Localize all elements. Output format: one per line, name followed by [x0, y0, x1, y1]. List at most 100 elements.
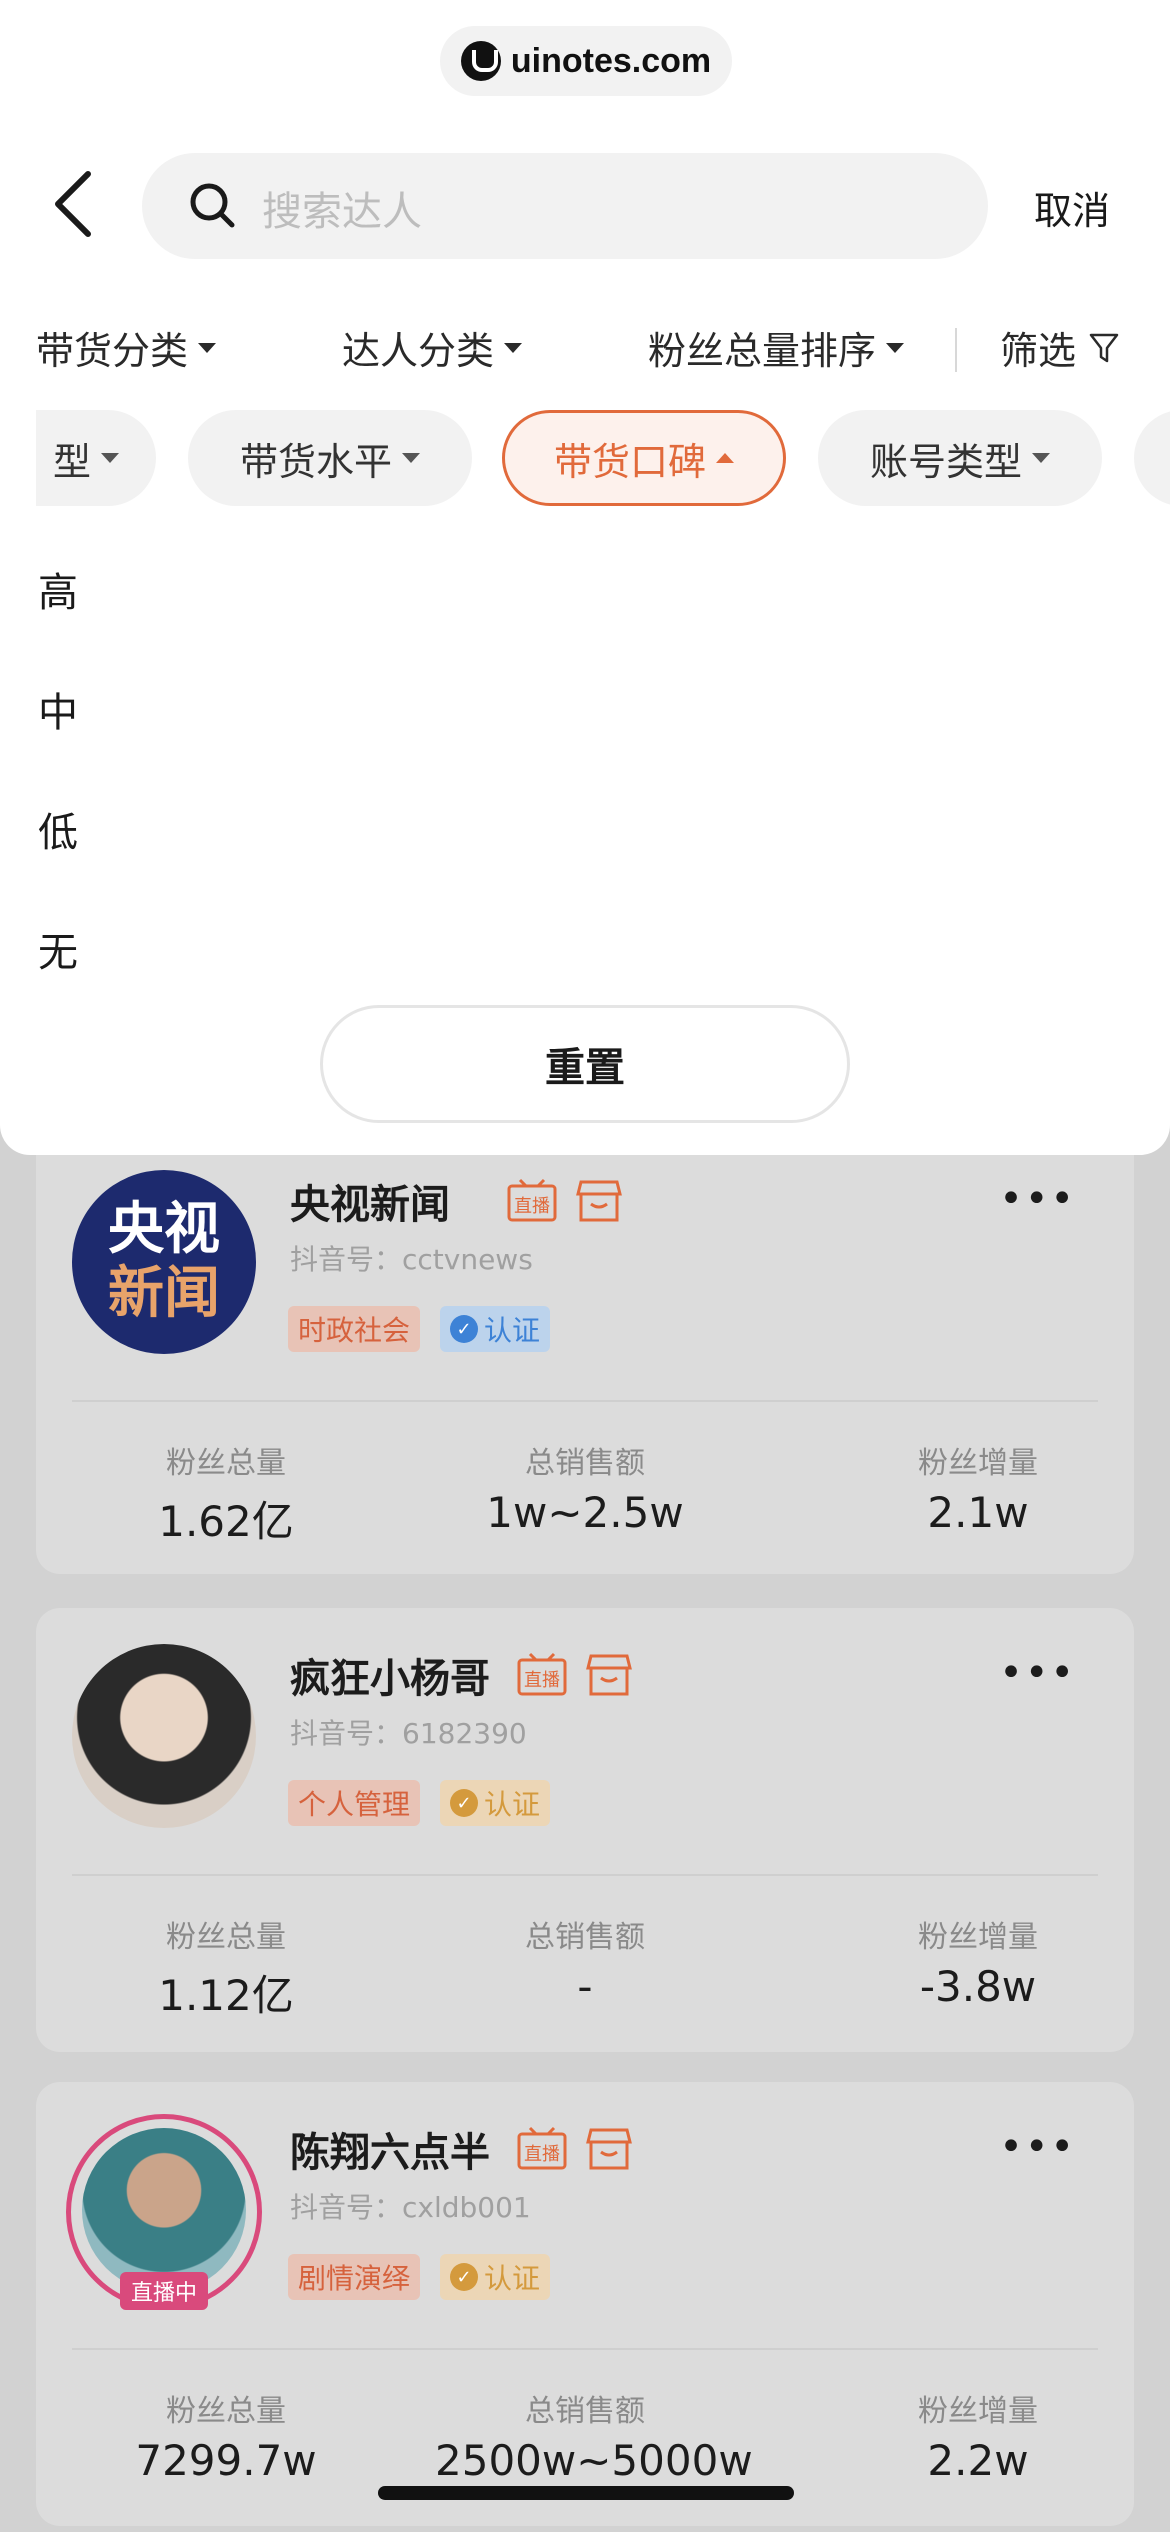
caret-down-icon: [504, 342, 523, 353]
search-input[interactable]: 搜索达人: [142, 153, 988, 259]
reset-button[interactable]: 重置: [320, 1005, 850, 1123]
auth-label: 认证: [484, 1788, 541, 1821]
funnel-icon: [1089, 333, 1119, 362]
shop-icon: [586, 2128, 632, 2170]
check-icon: ✓: [450, 2263, 478, 2291]
svg-text:直播: 直播: [524, 1670, 560, 1691]
douyin-id: 抖音号：cxldb001: [290, 2191, 531, 2224]
sort-fans-total[interactable]: 粉丝总量排序: [648, 320, 905, 375]
category-tag: 个人管理: [288, 1780, 421, 1826]
divider: [955, 328, 957, 372]
filter-label: 筛选: [1000, 329, 1077, 373]
option-none[interactable]: 无: [38, 920, 78, 978]
caret-down-icon: [886, 342, 905, 353]
home-indicator[interactable]: [378, 2486, 794, 2500]
sort-creator-category[interactable]: 达人分类: [342, 320, 523, 375]
stat-fans-total: 粉丝总量 1.62亿: [76, 1438, 376, 1549]
chip-account-type[interactable]: 账号类型: [818, 410, 1102, 506]
chip-label: 带货口碑: [553, 439, 706, 484]
caret-up-icon: [716, 453, 734, 463]
more-icon[interactable]: •••: [999, 1650, 1076, 1696]
stat-fans-total: 粉丝总量 1.12亿: [76, 1912, 376, 2023]
more-icon[interactable]: •••: [999, 1176, 1076, 1222]
stat-value: 2.2w: [927, 2436, 1029, 2485]
stat-value: -: [577, 1962, 593, 2011]
filter-chips: 型 带货水平 带货口碑 账号类型: [36, 410, 1170, 510]
result-card[interactable]: 央视 新闻 央视新闻 直播 抖音号：cctvnews 时政社会 ✓ 认证 •••…: [36, 1100, 1134, 1574]
stat-label: 粉丝增量: [918, 1446, 1038, 1481]
stat-value: 7299.7w: [135, 2436, 317, 2485]
stat-label: 总销售额: [525, 1446, 645, 1481]
stat-value: 1w~2.5w: [486, 1488, 684, 1537]
stat-value: 2.1w: [927, 1488, 1029, 1537]
svg-text:直播: 直播: [524, 2144, 560, 2165]
creator-name[interactable]: 疯狂小杨哥: [290, 1646, 490, 1704]
stat-value: -3.8w: [919, 1962, 1037, 2011]
live-icon: 直播: [517, 2126, 567, 2170]
sort-label: 达人分类: [342, 329, 495, 373]
chip-label: 带货水平: [239, 439, 392, 484]
creator-name[interactable]: 央视新闻: [290, 1172, 450, 1230]
divider: [72, 1874, 1098, 1876]
sort-label: 带货分类: [36, 329, 189, 373]
avatar[interactable]: [82, 2128, 246, 2292]
watermark: uinotes.com: [440, 26, 732, 96]
result-card[interactable]: 疯狂小杨哥 直播 抖音号：6182390 个人管理 ✓ 认证 ••• 粉丝总量 …: [36, 1608, 1134, 2052]
stat-value: 1.62亿: [158, 1497, 294, 1546]
stat-fans-growth: 粉丝增量 -3.8w: [828, 1912, 1128, 2011]
cancel-button[interactable]: 取消: [1034, 180, 1110, 235]
filter-button[interactable]: 筛选: [1000, 320, 1120, 375]
category-tag: 时政社会: [288, 1306, 421, 1352]
stat-label: 粉丝增量: [918, 2394, 1038, 2429]
back-icon[interactable]: [48, 168, 104, 240]
caret-down-icon: [402, 453, 420, 463]
douyin-id: 抖音号：6182390: [290, 1717, 527, 1750]
avatar-text: 央视: [108, 1197, 220, 1262]
divider: [72, 2348, 1098, 2350]
stat-total-sales: 总销售额 2500w~5000w: [435, 2386, 753, 2485]
divider: [72, 1400, 1098, 1402]
chip-label: 账号类型: [869, 439, 1022, 484]
avatar[interactable]: 央视 新闻: [72, 1170, 256, 1354]
result-card[interactable]: 直播中 陈翔六点半 直播 抖音号：cxldb001 剧情演绎 ✓ 认证 ••• …: [36, 2082, 1134, 2526]
creator-name[interactable]: 陈翔六点半: [290, 2120, 490, 2178]
stat-total-sales: 总销售额 1w~2.5w: [435, 1438, 735, 1537]
option-low[interactable]: 低: [38, 800, 78, 858]
caret-down-icon: [1032, 453, 1050, 463]
stat-value: 1.12亿: [158, 1971, 294, 2020]
auth-label: 认证: [484, 2262, 541, 2295]
auth-label: 认证: [484, 1314, 541, 1347]
stat-fans-total: 粉丝总量 7299.7w: [76, 2386, 376, 2485]
live-badge: 直播中: [120, 2272, 208, 2310]
option-medium[interactable]: 中: [38, 680, 78, 738]
chip-type[interactable]: 型: [36, 410, 156, 506]
avatar[interactable]: [72, 1644, 256, 1828]
check-icon: ✓: [450, 1789, 478, 1817]
stat-label: 粉丝总量: [166, 2394, 286, 2429]
sort-label: 粉丝总量排序: [648, 329, 877, 373]
stat-label: 粉丝总量: [166, 1920, 286, 1955]
avatar-text: 新闻: [108, 1261, 220, 1326]
svg-text:直播: 直播: [514, 1196, 550, 1217]
category-tag: 剧情演绎: [288, 2254, 421, 2300]
chip-more[interactable]: [1134, 410, 1170, 506]
stat-total-sales: 总销售额 -: [435, 1912, 735, 2011]
chip-sales-reputation[interactable]: 带货口碑: [502, 410, 786, 506]
stat-label: 总销售额: [525, 1920, 645, 1955]
auth-tag: ✓ 认证: [440, 2254, 551, 2300]
caret-down-icon: [101, 453, 119, 463]
search-placeholder: 搜索达人: [262, 189, 422, 235]
auth-tag: ✓ 认证: [440, 1780, 551, 1826]
sort-bar: 带货分类 达人分类 粉丝总量排序 筛选: [0, 320, 1170, 380]
stat-value: 2500w~5000w: [435, 2436, 753, 2485]
shop-icon: [576, 1180, 622, 1222]
stat-label: 总销售额: [525, 2394, 645, 2429]
sort-goods-category[interactable]: 带货分类: [36, 320, 217, 375]
uinotes-logo-icon: [460, 41, 501, 81]
shop-icon: [586, 1654, 632, 1696]
caret-down-icon: [198, 342, 217, 353]
watermark-text: uinotes.com: [510, 41, 712, 80]
more-icon[interactable]: •••: [999, 2124, 1076, 2170]
chip-sales-level[interactable]: 带货水平: [188, 410, 472, 506]
option-high[interactable]: 高: [38, 560, 78, 618]
